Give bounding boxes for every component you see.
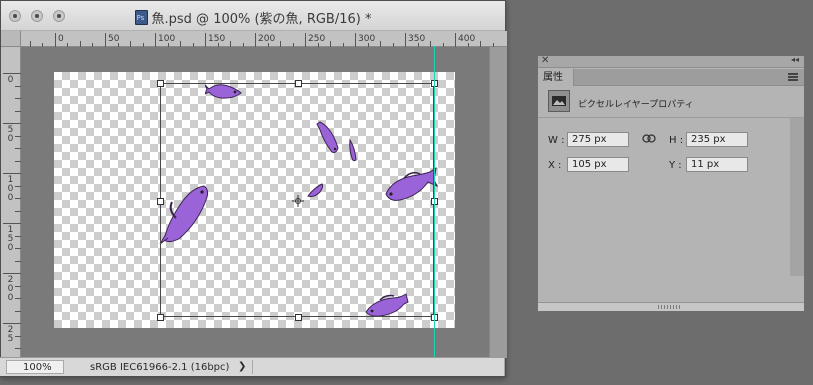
link-icon[interactable] [642, 134, 656, 143]
width-label: W : [548, 135, 565, 146]
transform-handle-top[interactable] [295, 80, 302, 87]
pixel-layer-icon [548, 90, 570, 112]
transform-handle-top-left[interactable] [157, 80, 164, 87]
ruler-origin[interactable] [1, 31, 21, 47]
zoom-level-field[interactable]: 100% [6, 360, 64, 374]
ruler-label: 250 [308, 34, 325, 44]
status-bar: 100% sRGB IEC61966-2.1 (16bpc) ❯ [0, 357, 504, 376]
title-bar[interactable]: 魚.psd @ 100% (紫の魚, RGB/16) * [1, 1, 505, 31]
panel-tab-bar: 属性 [538, 69, 804, 86]
ruler-label: 350 [408, 34, 425, 44]
ruler-label: 200 [258, 34, 275, 44]
ruler-label: 100 [158, 34, 175, 44]
layer-type-label: ピクセルレイヤープロパティ [578, 100, 694, 110]
vertical-scrollbar[interactable] [489, 47, 507, 358]
properties-panel: ✕ ◂◂ 属性 ピクセルレイヤープロパティ W : H : X : Y : [537, 55, 805, 311]
document-title-area: 魚.psd @ 100% (紫の魚, RGB/16) * [1, 8, 505, 27]
ruler-label: 50 [108, 34, 120, 44]
ruler-label: 0 [7, 75, 14, 85]
transform-handle-left[interactable] [157, 198, 164, 205]
ruler-label: 0 [58, 34, 64, 44]
ruler-label: 50 [7, 125, 14, 144]
ruler-label: 300 [358, 34, 375, 44]
panel-header[interactable]: ✕ ◂◂ [538, 55, 804, 68]
ruler-label: 150 [208, 34, 225, 44]
ruler-label: 100 [7, 175, 14, 203]
tab-properties[interactable]: 属性 [538, 69, 574, 86]
ruler-label: 150 [7, 225, 14, 253]
image-icon [552, 96, 566, 106]
horizontal-ruler[interactable]: 0 50 100 150 200 250 300 350 400 [21, 31, 507, 47]
ruler-label: 400 [458, 34, 475, 44]
height-field[interactable] [686, 132, 748, 147]
layer-type-header: ピクセルレイヤープロパティ [538, 86, 804, 118]
document-title: 魚.psd @ 100% (紫の魚, RGB/16) * [151, 12, 372, 27]
collapse-icon[interactable]: ◂◂ [791, 55, 799, 64]
resize-grip-icon[interactable] [658, 305, 682, 309]
vertical-ruler[interactable]: 0 50 100 150 200 25 [1, 47, 21, 358]
height-label: H : [669, 135, 684, 146]
panel-scrollbar[interactable] [790, 118, 804, 276]
psd-file-icon [134, 10, 148, 25]
x-position-field[interactable] [567, 157, 629, 172]
width-field[interactable] [567, 132, 629, 147]
status-menu-arrow[interactable]: ❯ [238, 360, 254, 374]
ruler-label: 200 [7, 275, 14, 303]
horizontal-ruler-graphic: 0 50 100 150 200 250 300 350 400 [30, 33, 494, 47]
reference-point-icon[interactable] [292, 195, 304, 207]
transform-handle-bottom[interactable] [295, 314, 302, 321]
y-position-field[interactable] [686, 157, 748, 172]
y-label: Y : [669, 160, 682, 171]
panel-menu-icon[interactable] [788, 73, 798, 81]
panel-resize-bar[interactable] [538, 302, 804, 311]
color-profile-info: sRGB IEC61966-2.1 (16bpc) [90, 362, 230, 373]
x-label: X : [548, 160, 562, 171]
ruler-label: 25 [7, 325, 14, 344]
transform-handle-bottom-left[interactable] [157, 314, 164, 321]
close-icon[interactable]: ✕ [541, 55, 549, 66]
guide-line[interactable] [434, 46, 435, 357]
